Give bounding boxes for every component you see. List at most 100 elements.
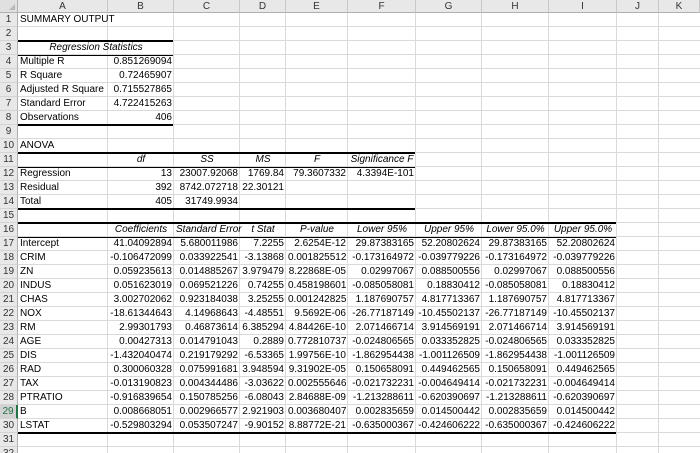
coef-value[interactable]: -0.085058081 — [482, 279, 549, 293]
coef-header[interactable]: Upper 95% — [416, 223, 482, 237]
coef-value[interactable]: 0.150658091 — [348, 363, 416, 377]
coef-value[interactable]: 0.014885267 — [174, 265, 240, 279]
anova-value[interactable]: 405 — [108, 195, 174, 209]
row-header-17[interactable]: 17 — [0, 237, 18, 251]
anova-header[interactable]: F — [286, 153, 348, 167]
row-header-9[interactable]: 9 — [0, 125, 18, 139]
coef-value[interactable]: 8.22868E-05 — [286, 265, 348, 279]
coef-value[interactable]: 0.46873614 — [174, 321, 240, 335]
row-header-4[interactable]: 4 — [0, 55, 18, 69]
coef-value[interactable]: -0.635000367 — [348, 419, 416, 433]
anova-row-label[interactable]: Total — [18, 195, 108, 209]
anova-value[interactable]: 23007.92068 — [174, 167, 240, 181]
row-header-26[interactable]: 26 — [0, 363, 18, 377]
coef-value[interactable]: 0.458198601 — [286, 279, 348, 293]
coef-value[interactable]: 3.002702062 — [108, 293, 174, 307]
coef-row-label[interactable]: CHAS — [18, 293, 108, 307]
row-header-31[interactable]: 31 — [0, 433, 18, 447]
coef-value[interactable]: 3.948594 — [240, 363, 286, 377]
coef-row-label[interactable]: ZN — [18, 265, 108, 279]
reg-stat-label[interactable]: Standard Error — [18, 97, 108, 111]
coef-value[interactable]: 3.914569191 — [549, 321, 617, 335]
coef-value[interactable]: 8.88772E-21 — [286, 419, 348, 433]
column-header-i[interactable]: I — [549, 0, 617, 13]
coef-value[interactable]: 0.150658091 — [482, 363, 549, 377]
column-header-g[interactable]: G — [416, 0, 482, 13]
row-header-28[interactable]: 28 — [0, 391, 18, 405]
coef-value[interactable]: -0.013190823 — [108, 377, 174, 391]
coef-value[interactable]: -3.13868 — [240, 251, 286, 265]
row-header-3[interactable]: 3 — [0, 41, 18, 55]
coef-value[interactable]: 0.18830412 — [549, 279, 617, 293]
coef-row-label[interactable]: Intercept — [18, 237, 108, 251]
coef-value[interactable]: 2.84688E-09 — [286, 391, 348, 405]
coef-value[interactable]: 0.053507247 — [174, 419, 240, 433]
coef-value[interactable]: 0.033352825 — [416, 335, 482, 349]
row-header-5[interactable]: 5 — [0, 69, 18, 83]
coef-value[interactable]: 0.001242825 — [286, 293, 348, 307]
coef-row-label[interactable]: PTRATIO — [18, 391, 108, 405]
row-header-29[interactable]: 29 — [0, 405, 18, 419]
reg-stat-value[interactable]: 0.715527865 — [108, 83, 174, 97]
coef-value[interactable]: 1.187690757 — [482, 293, 549, 307]
coef-value[interactable]: 0.051623019 — [108, 279, 174, 293]
anova-row-label[interactable]: Regression — [18, 167, 108, 181]
coef-value[interactable]: 0.449462565 — [549, 363, 617, 377]
coef-value[interactable]: -6.53365 — [240, 349, 286, 363]
coef-value[interactable]: 0.014791043 — [174, 335, 240, 349]
anova-title[interactable]: ANOVA — [18, 139, 108, 153]
row-header-18[interactable]: 18 — [0, 251, 18, 265]
coef-value[interactable]: -1.862954438 — [482, 349, 549, 363]
coef-value[interactable]: 4.817713367 — [416, 293, 482, 307]
coef-value[interactable]: -6.08043 — [240, 391, 286, 405]
coef-value[interactable]: 52.20802624 — [549, 237, 617, 251]
coef-header[interactable]: Upper 95.0% — [549, 223, 617, 237]
coef-value[interactable]: 0.002966577 — [174, 405, 240, 419]
coef-value[interactable]: 9.31902E-05 — [286, 363, 348, 377]
coef-value[interactable]: 0.059235613 — [108, 265, 174, 279]
coef-header[interactable]: Standard Error — [174, 223, 242, 237]
coef-value[interactable]: -0.635000367 — [482, 419, 549, 433]
row-header-6[interactable]: 6 — [0, 83, 18, 97]
row-header-13[interactable]: 13 — [0, 181, 18, 195]
row-header-20[interactable]: 20 — [0, 279, 18, 293]
anova-header[interactable]: Significance F — [348, 153, 416, 167]
coef-value[interactable]: 2.6254E-12 — [286, 237, 348, 251]
coef-value[interactable]: -1.001126509 — [416, 349, 482, 363]
coef-row-label[interactable]: LSTAT — [18, 419, 108, 433]
anova-value[interactable]: 392 — [108, 181, 174, 195]
coef-value[interactable]: 2.99301793 — [108, 321, 174, 335]
coef-header[interactable]: Coefficients — [108, 223, 174, 237]
coef-value[interactable]: -1.213288611 — [348, 391, 416, 405]
coef-value[interactable]: -9.90152 — [240, 419, 286, 433]
coef-value[interactable]: 0.004344486 — [174, 377, 240, 391]
coef-row-label[interactable]: RAD — [18, 363, 108, 377]
column-header-h[interactable]: H — [482, 0, 549, 13]
coef-value[interactable]: -4.48551 — [240, 307, 286, 321]
column-header-b[interactable]: B — [108, 0, 174, 13]
coef-value[interactable]: -10.45502137 — [416, 307, 482, 321]
column-header-d[interactable]: D — [240, 0, 286, 13]
coef-value[interactable]: 4.14968643 — [174, 307, 240, 321]
coef-value[interactable]: 29.87383165 — [348, 237, 416, 251]
coef-value[interactable]: 3.25255 — [240, 293, 286, 307]
row-header-24[interactable]: 24 — [0, 335, 18, 349]
coef-row-label[interactable]: AGE — [18, 335, 108, 349]
coef-value[interactable]: 2.071466714 — [482, 321, 549, 335]
coef-value[interactable]: 0.002835659 — [348, 405, 416, 419]
coef-value[interactable]: 6.385294 — [240, 321, 286, 335]
coef-row-label[interactable]: INDUS — [18, 279, 108, 293]
coef-value[interactable]: -0.529803294 — [108, 419, 174, 433]
coef-value[interactable]: -0.173164972 — [348, 251, 416, 265]
column-header-c[interactable]: C — [174, 0, 240, 13]
coef-value[interactable]: 0.74255 — [240, 279, 286, 293]
row-header-11[interactable]: 11 — [0, 153, 18, 167]
anova-value[interactable]: 1769.84 — [240, 167, 286, 181]
coef-value[interactable]: -1.213288611 — [482, 391, 549, 405]
coef-value[interactable]: 4.84426E-10 — [286, 321, 348, 335]
spreadsheet[interactable]: A B C D E F G H I J K 1 2 3 4 5 6 7 8 9 10 11 12 13 14 15 16 17 18 19… — [0, 0, 700, 453]
coef-row-label[interactable]: NOX — [18, 307, 108, 321]
coef-value[interactable]: -0.620390697 — [549, 391, 617, 405]
coef-value[interactable]: 5.680011986 — [174, 237, 240, 251]
coef-value[interactable]: -0.021732231 — [348, 377, 416, 391]
